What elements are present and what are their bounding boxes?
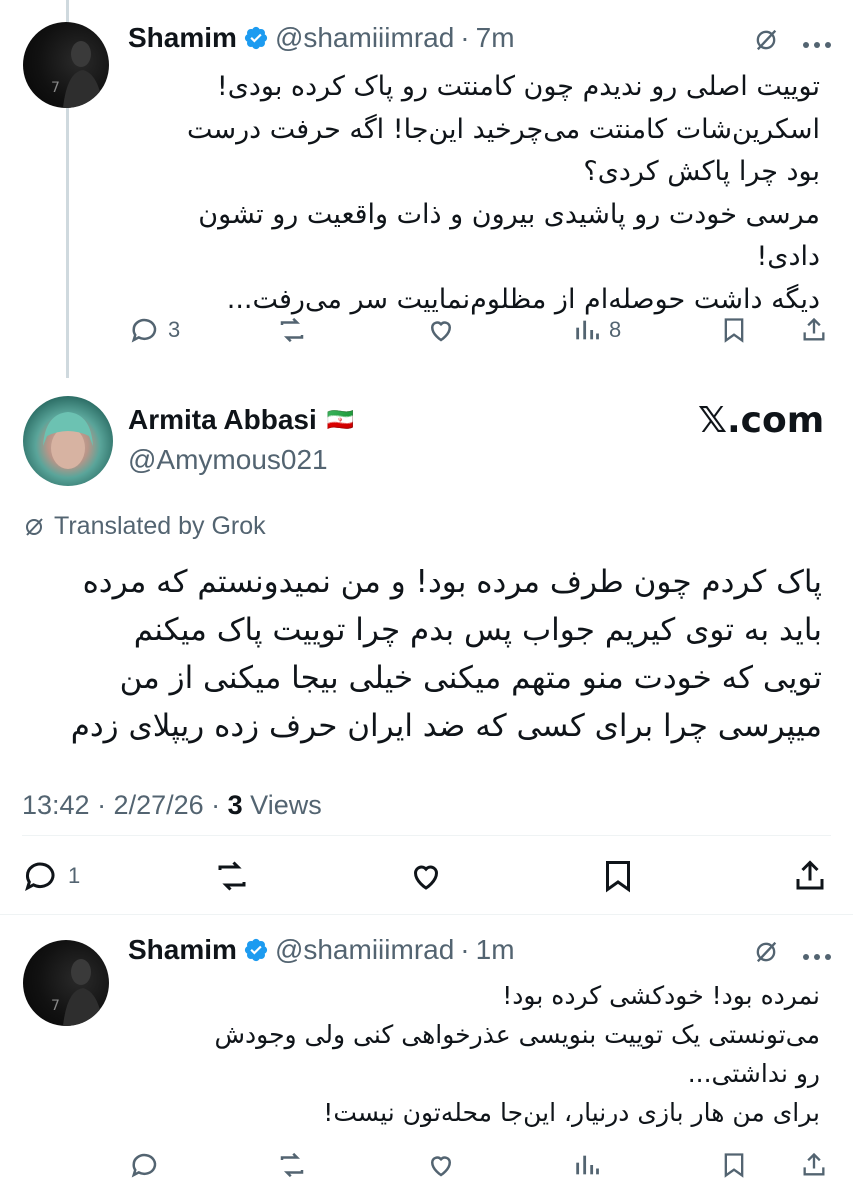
- grok-translate-icon[interactable]: [752, 26, 780, 59]
- like-button[interactable]: [425, 1150, 457, 1180]
- repost-icon: [280, 1152, 304, 1178]
- avatar-silhouette-icon: 7: [51, 959, 103, 1026]
- tweet-line: اسکرین‌شات کامنتت می‌چرخید این‌جا! اگه ح…: [186, 113, 820, 145]
- views-icon: [576, 320, 599, 340]
- tweet-datetime[interactable]: 13:42 · 2/27/26 ·: [22, 790, 228, 820]
- bookmark-button[interactable]: [600, 858, 636, 894]
- share-button[interactable]: [800, 315, 828, 345]
- grok-translate-icon[interactable]: [752, 938, 780, 971]
- separator-dot: ·: [460, 22, 470, 53]
- translated-label: Translated by Grok: [54, 512, 266, 540]
- share-icon: [803, 317, 825, 341]
- tweet-line: مرسی خودت رو پاشیدی بیرون و ذات واقعیت ر…: [198, 198, 820, 230]
- share-icon: [803, 1152, 825, 1176]
- svg-text:7: 7: [51, 998, 60, 1014]
- views-button[interactable]: 8: [573, 315, 621, 345]
- reply-icon: [25, 862, 55, 891]
- bookmark-button[interactable]: [720, 315, 748, 345]
- heart-icon: [430, 1156, 452, 1177]
- repost-button[interactable]: [276, 1150, 308, 1180]
- reply-icon: [131, 1153, 157, 1178]
- repost-icon: [280, 317, 304, 343]
- bookmark-icon: [724, 318, 744, 343]
- tweet-text: نمرده بود! خودکشی کرده بود! می‌تونستی یک…: [120, 976, 821, 1132]
- avatar-portrait-icon: [43, 412, 93, 469]
- more-options-icon[interactable]: [802, 948, 832, 966]
- tweet-line: پاک کردم چون طرف مرده بود! و من نمیدونست…: [82, 564, 822, 600]
- repost-button[interactable]: [276, 315, 308, 345]
- reply-button[interactable]: [130, 1150, 160, 1180]
- tweet-line: باید به توی کیریم جواب پس بدم چرا توییت …: [133, 612, 822, 648]
- share-button[interactable]: [792, 858, 828, 894]
- separator-dot: ·: [460, 934, 470, 965]
- divider: [0, 914, 853, 915]
- views-count: 3: [227, 790, 243, 820]
- tweet-meta: 13:42 · 2/27/26 · 3 Views: [22, 790, 322, 821]
- heart-icon: [430, 321, 452, 342]
- tweet-line: بود چرا پاکش کردی؟: [583, 156, 820, 187]
- views-count: 8: [609, 317, 622, 342]
- views-label: Views: [242, 790, 322, 820]
- tweet-line: برای من هار بازی درنیار، این‌جا محله‌تون…: [323, 1098, 820, 1127]
- tweet-header: Shamim @shamiiimrad · 7m: [128, 22, 515, 54]
- author-row: Armita Abbasi 🇮🇷: [128, 404, 354, 436]
- avatar[interactable]: [23, 396, 113, 486]
- author-handle[interactable]: @Amymous021: [128, 444, 328, 476]
- author-handle[interactable]: @shamiiimrad: [275, 934, 454, 966]
- like-button[interactable]: [406, 858, 446, 894]
- author-name[interactable]: Shamim: [128, 934, 237, 966]
- bookmark-icon: [724, 1153, 744, 1178]
- divider: [22, 835, 831, 836]
- avatar[interactable]: 7: [23, 22, 109, 108]
- grok-icon: [26, 517, 43, 536]
- timestamp[interactable]: 1m: [476, 934, 515, 966]
- tweet-line: دیگه داشت حوصله‌ام از مظلوم‌نماییت سر می…: [226, 283, 820, 315]
- share-button[interactable]: [800, 1150, 828, 1180]
- tweet-line: میپرسی چرا برای کسی که ضد ایران حرف زده …: [70, 708, 822, 744]
- more-options-icon[interactable]: [802, 36, 832, 54]
- bookmark-icon: [606, 861, 630, 893]
- repost-icon: [218, 861, 246, 891]
- heart-icon: [413, 865, 439, 890]
- verified-badge-icon: [244, 938, 268, 962]
- iran-flag-icon: 🇮🇷: [326, 407, 355, 432]
- svg-text:7: 7: [51, 80, 60, 96]
- like-button[interactable]: [425, 315, 457, 345]
- author-name[interactable]: Shamim: [128, 22, 237, 54]
- avatar-silhouette-icon: 7: [51, 41, 103, 108]
- author-handle[interactable]: @shamiiimrad: [275, 22, 454, 54]
- views-button[interactable]: [573, 1150, 601, 1180]
- author-name[interactable]: Armita Abbasi: [128, 404, 317, 436]
- tweet-text: توییت اصلی رو ندیدم چون کامنتت رو پاک کر…: [120, 66, 820, 321]
- timestamp[interactable]: 7m: [476, 22, 515, 54]
- reply-button[interactable]: 1: [22, 858, 80, 894]
- reply-count: 3: [168, 317, 181, 342]
- tweet-line: تویی که خودت منو متهم میکنی خیلی بیجا می…: [119, 660, 822, 696]
- verified-badge-icon: [244, 26, 268, 50]
- tweet-text: پاک کردم چون طرف مرده بود! و من نمیدونست…: [60, 558, 822, 750]
- translated-by-grok[interactable]: Translated by Grok: [22, 512, 266, 541]
- reply-button[interactable]: 3: [130, 315, 180, 345]
- share-icon: [796, 860, 824, 890]
- tweet-line: نمرده بود! خودکشی کرده بود!: [502, 981, 820, 1010]
- avatar[interactable]: 7: [23, 940, 109, 1026]
- bookmark-button[interactable]: [720, 1150, 748, 1180]
- reply-icon: [131, 318, 157, 343]
- repost-button[interactable]: [212, 858, 252, 894]
- tweet-line: می‌تونستی یک توییت بنویسی عذرخواهی کنی و…: [214, 1020, 821, 1049]
- tweet-line: توییت اصلی رو ندیدم چون کامنتت رو پاک کر…: [216, 71, 820, 102]
- x-brand-watermark: 𝕏.com: [698, 400, 825, 441]
- tweet-line: رو نداشتی...: [687, 1059, 820, 1088]
- tweet-line: دادی!: [756, 241, 820, 272]
- reply-count: 1: [68, 863, 81, 888]
- tweet-header: Shamim @shamiiimrad · 1m: [128, 934, 515, 966]
- views-icon: [576, 1155, 599, 1175]
